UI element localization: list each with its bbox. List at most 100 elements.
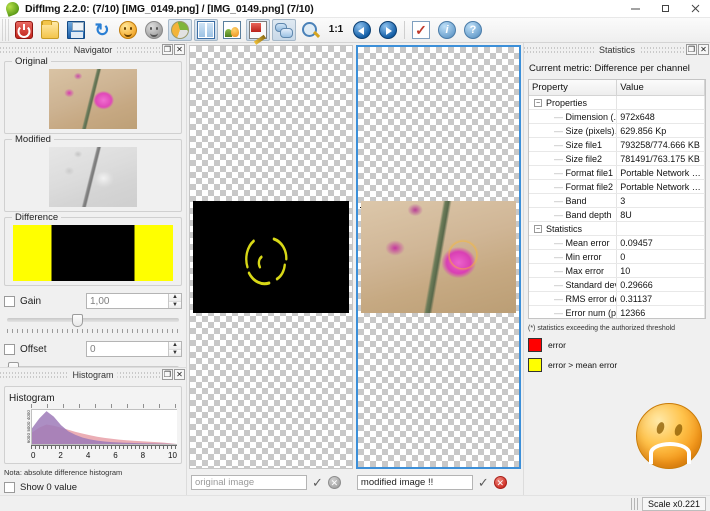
tree-branch-icon: —	[554, 111, 566, 122]
modified-image-view[interactable]	[355, 45, 521, 469]
modified-accept-icon[interactable]: ✓	[478, 476, 489, 489]
next-button[interactable]	[376, 19, 400, 41]
row-property: — Max error	[529, 263, 618, 278]
gain-decrement-button[interactable]: ▼	[169, 300, 181, 308]
table-row[interactable]: — RMS error de...0.31137	[529, 291, 705, 306]
gain-input[interactable]	[87, 294, 168, 308]
original-thumbnail[interactable]	[49, 69, 137, 129]
gain-spinner[interactable]: ▲ ▼	[86, 293, 182, 309]
row-property: — RMS error de...	[529, 291, 618, 306]
gain-checkbox[interactable]	[4, 295, 15, 307]
row-value: 629.856 Kp	[616, 123, 705, 138]
offset-decrement-button[interactable]: ▼	[169, 348, 181, 356]
original-accept-icon[interactable]: ✓	[312, 476, 323, 489]
row-property-label: Error num (pi...	[565, 307, 617, 318]
main-area: Navigator ❐ ✕ Original Modified Differen…	[0, 43, 710, 495]
show-zero-checkbox[interactable]	[4, 482, 15, 493]
previous-button[interactable]	[350, 19, 374, 41]
zoom-actual-button[interactable]	[324, 19, 348, 41]
modified-thumbnail[interactable]	[49, 147, 137, 207]
table-row[interactable]: — Size file1 793258/774.666 KB	[529, 137, 705, 152]
table-row[interactable]: — Format file2 Portable Network Gr...	[529, 179, 705, 194]
difference-image-view[interactable]	[189, 45, 353, 469]
offset-slider[interactable]	[4, 361, 182, 367]
color-picker-button[interactable]	[246, 19, 270, 41]
blend-view-button[interactable]	[168, 19, 192, 41]
minimize-button[interactable]	[620, 0, 650, 18]
modified-clear-button[interactable]: ✕	[493, 475, 507, 489]
modified-image-input[interactable]	[356, 474, 473, 490]
x-tick-label: 0	[31, 451, 36, 460]
bubbles-button[interactable]	[272, 19, 296, 41]
statistics-dock: Statistics ❐ ✕ Current metric: Differenc…	[523, 43, 710, 495]
navigator-close-button[interactable]: ✕	[174, 44, 185, 55]
statistics-table[interactable]: Property Value − Properties — Dimension (.…	[528, 79, 706, 319]
navigator-float-button[interactable]: ❐	[162, 44, 173, 55]
smiley-button[interactable]	[116, 19, 140, 41]
image-view-button[interactable]	[220, 19, 244, 41]
original-clear-button[interactable]: ✕	[327, 475, 341, 489]
column-header-property[interactable]: Property	[529, 80, 618, 96]
zoom-fit-button[interactable]	[298, 19, 322, 41]
difference-bitmap	[193, 201, 349, 313]
offset-label: Offset	[20, 343, 47, 355]
row-value	[616, 95, 705, 110]
tree-branch-icon: —	[554, 167, 566, 178]
row-property-label: Mean error	[565, 237, 610, 248]
table-row[interactable]: — Standard dev...0.29666	[529, 277, 705, 292]
modified-group-label: Modified	[12, 134, 54, 145]
gain-slider[interactable]	[4, 313, 182, 327]
table-row[interactable]: — Error num (pi...12366	[529, 305, 705, 318]
row-value: 0	[616, 249, 705, 264]
table-row[interactable]: — Max error 10	[529, 263, 705, 278]
table-row[interactable]: — Size (pixels) 629.856 Kp	[529, 123, 705, 138]
gain-slider-handle[interactable]	[71, 314, 83, 327]
statistics-close-button[interactable]: ✕	[698, 44, 709, 55]
close-button[interactable]	[680, 0, 710, 18]
original-image-input[interactable]	[191, 474, 307, 490]
quit-button[interactable]	[12, 19, 36, 41]
table-row[interactable]: − Properties	[529, 95, 705, 110]
maximize-button[interactable]	[650, 0, 680, 18]
table-row[interactable]: — Min error 0	[529, 249, 705, 264]
histogram-close-button[interactable]: ✕	[174, 369, 185, 380]
histogram-float-button[interactable]: ❐	[162, 369, 173, 380]
row-property-label: Min error	[565, 251, 602, 262]
open-button[interactable]	[38, 19, 62, 41]
table-row[interactable]: — Size file2 781491/763.175 KB	[529, 151, 705, 166]
offset-spinner[interactable]: ▲ ▼	[86, 341, 182, 357]
table-row[interactable]: — Mean error 0.09457	[529, 235, 705, 250]
smiley-grey-button[interactable]	[142, 19, 166, 41]
info-button[interactable]	[435, 19, 459, 41]
table-row[interactable]: — Dimension (... 972x648	[529, 109, 705, 124]
table-row[interactable]: — Format file1 Portable Network Gr...	[529, 165, 705, 180]
difference-thumbnail[interactable]	[13, 225, 173, 281]
save-button[interactable]	[64, 19, 88, 41]
statistics-title-label: Statistics	[594, 44, 640, 55]
tree-expander-icon[interactable]: −	[534, 99, 542, 108]
statistics-header-row: Property Value	[529, 80, 705, 96]
tree-branch-icon: —	[554, 251, 566, 262]
options-button[interactable]	[409, 19, 433, 41]
navigator-dock-title: Navigator ❐ ✕	[0, 43, 186, 56]
help-button[interactable]	[461, 19, 485, 41]
tree-expander-icon[interactable]: −	[534, 225, 542, 234]
statistics-float-button[interactable]: ❐	[686, 44, 697, 55]
column-header-value[interactable]: Value	[616, 80, 705, 96]
status-bar: Scale x0.221	[0, 495, 710, 511]
row-value	[616, 221, 705, 236]
side-by-side-button[interactable]	[194, 19, 218, 41]
table-row[interactable]: — Band depth 8U	[529, 207, 705, 222]
toolbar-drag-handle[interactable]	[2, 19, 9, 41]
table-row[interactable]: — Band 3	[529, 193, 705, 208]
offset-input[interactable]	[87, 342, 168, 356]
reload-button[interactable]	[90, 19, 114, 41]
row-value: 10	[616, 263, 705, 278]
original-group: Original	[4, 56, 182, 134]
offset-slider-handle[interactable]	[7, 362, 19, 367]
table-row[interactable]: − Statistics	[529, 221, 705, 236]
legend-error-row: error	[528, 338, 706, 352]
application-window: DiffImg 2.2.0: (7/10) [IMG_0149.png] / […	[0, 0, 710, 511]
offset-checkbox[interactable]	[4, 343, 15, 355]
status-grip	[630, 497, 639, 510]
